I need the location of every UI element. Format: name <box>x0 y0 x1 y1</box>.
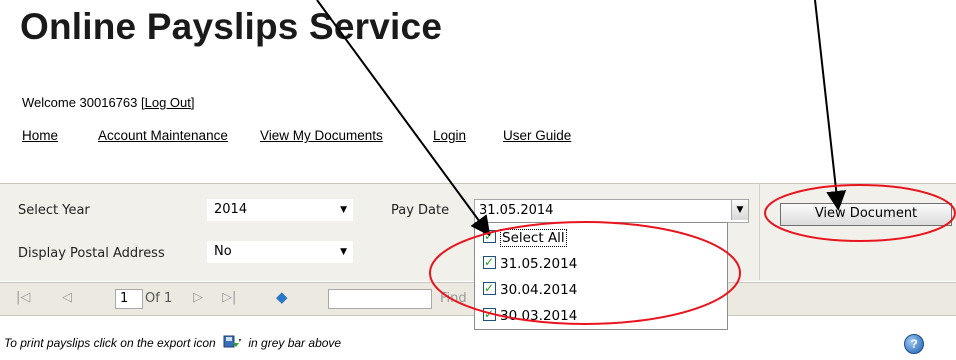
annotation-overlay <box>316 0 956 325</box>
annotation-circle <box>429 221 741 325</box>
annotation-circle <box>764 184 956 242</box>
annotation-arrow <box>316 0 491 237</box>
annotation-arrow <box>814 0 847 211</box>
